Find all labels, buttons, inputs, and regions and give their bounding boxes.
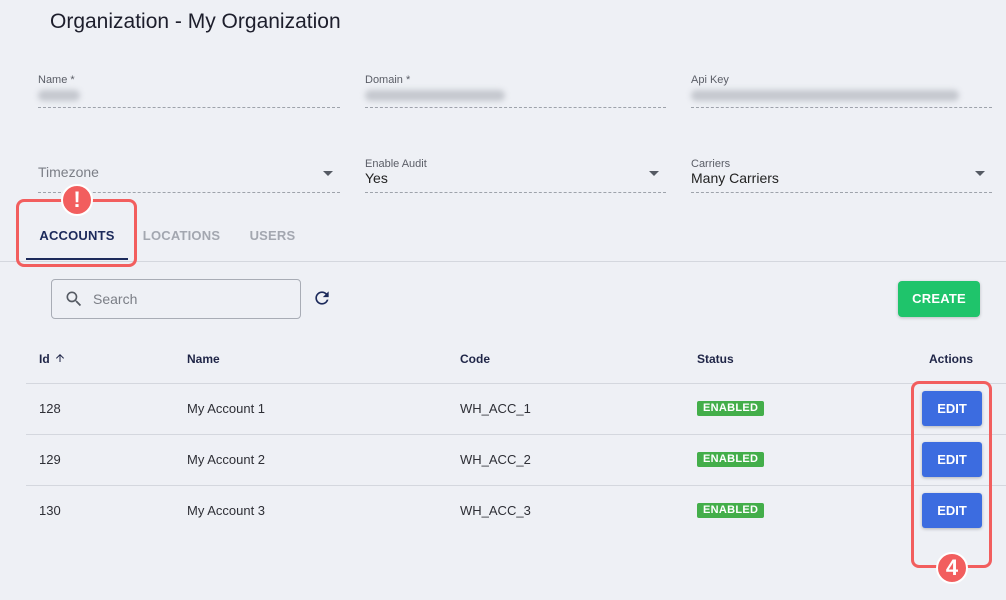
domain-field[interactable]: Domain *	[365, 72, 666, 108]
api-key-value-redacted	[691, 90, 959, 101]
create-button[interactable]: CREATE	[898, 281, 980, 317]
enable-audit-select[interactable]: Enable Audit Yes	[365, 158, 666, 193]
cell-name: My Account 2	[187, 452, 266, 467]
search-input[interactable]	[93, 280, 293, 318]
cell-name: My Account 1	[187, 401, 266, 416]
name-field[interactable]: Name *	[38, 72, 340, 108]
timezone-select[interactable]: Timezone	[38, 158, 340, 193]
cell-id: 128	[39, 401, 61, 416]
tab-accounts[interactable]: ACCOUNTS	[26, 212, 128, 260]
edit-button[interactable]: EDIT	[922, 442, 982, 477]
column-header-name[interactable]: Name	[187, 335, 220, 383]
domain-field-label: Domain *	[365, 74, 411, 86]
arrow-up-icon[interactable]	[54, 352, 66, 364]
table-row: 129 My Account 2 WH_ACC_2 ENABLED EDIT	[26, 435, 1006, 486]
cell-id: 129	[39, 452, 61, 467]
table-row: 128 My Account 1 WH_ACC_1 ENABLED EDIT	[26, 384, 1006, 435]
carriers-value: Many Carriers	[691, 170, 779, 186]
cell-code: WH_ACC_3	[460, 503, 531, 518]
active-tab-indicator	[26, 258, 128, 260]
column-header-id[interactable]: Id	[39, 335, 66, 383]
edit-button[interactable]: EDIT	[922, 391, 982, 426]
domain-value-redacted	[365, 90, 505, 101]
status-badge: ENABLED	[697, 503, 765, 518]
name-field-label: Name *	[38, 74, 75, 86]
cell-id: 130	[39, 503, 61, 518]
organization-page: Organization - My Organization Name * Do…	[0, 0, 1006, 600]
table-row: 130 My Account 3 WH_ACC_3 ENABLED EDIT	[26, 486, 1006, 537]
column-header-id-label: Id	[39, 352, 50, 366]
caret-down-icon[interactable]	[975, 171, 985, 176]
cell-code: WH_ACC_2	[460, 452, 531, 467]
search-icon	[66, 291, 82, 307]
cell-name: My Account 3	[187, 503, 266, 518]
column-header-status[interactable]: Status	[697, 335, 734, 383]
api-key-field[interactable]: Api Key	[691, 72, 992, 108]
tab-users[interactable]: USERS	[232, 212, 313, 260]
caret-down-icon[interactable]	[649, 171, 659, 176]
enable-audit-label: Enable Audit	[365, 158, 427, 170]
carriers-label: Carriers	[691, 158, 731, 170]
caret-down-icon[interactable]	[323, 171, 333, 176]
status-badge: ENABLED	[697, 452, 765, 467]
api-key-field-label: Api Key	[691, 74, 729, 86]
refresh-icon[interactable]	[312, 288, 332, 308]
status-badge: ENABLED	[697, 401, 765, 416]
enable-audit-value: Yes	[365, 170, 388, 186]
column-header-code[interactable]: Code	[460, 335, 490, 383]
column-header-actions: Actions	[928, 352, 973, 366]
carriers-select[interactable]: Carriers Many Carriers	[691, 158, 992, 193]
tab-locations[interactable]: LOCATIONS	[131, 212, 232, 260]
cell-code: WH_ACC_1	[460, 401, 531, 416]
edit-button[interactable]: EDIT	[922, 493, 982, 528]
tab-bar: ACCOUNTS LOCATIONS USERS	[0, 212, 1006, 262]
search-box[interactable]	[51, 279, 301, 319]
name-value-redacted	[38, 90, 80, 101]
page-title: Organization - My Organization	[50, 10, 341, 33]
table-header: Id Name Code Status Actions	[26, 335, 1006, 384]
timezone-placeholder: Timezone	[38, 164, 99, 180]
actions-marker-badge: 4	[936, 552, 968, 584]
